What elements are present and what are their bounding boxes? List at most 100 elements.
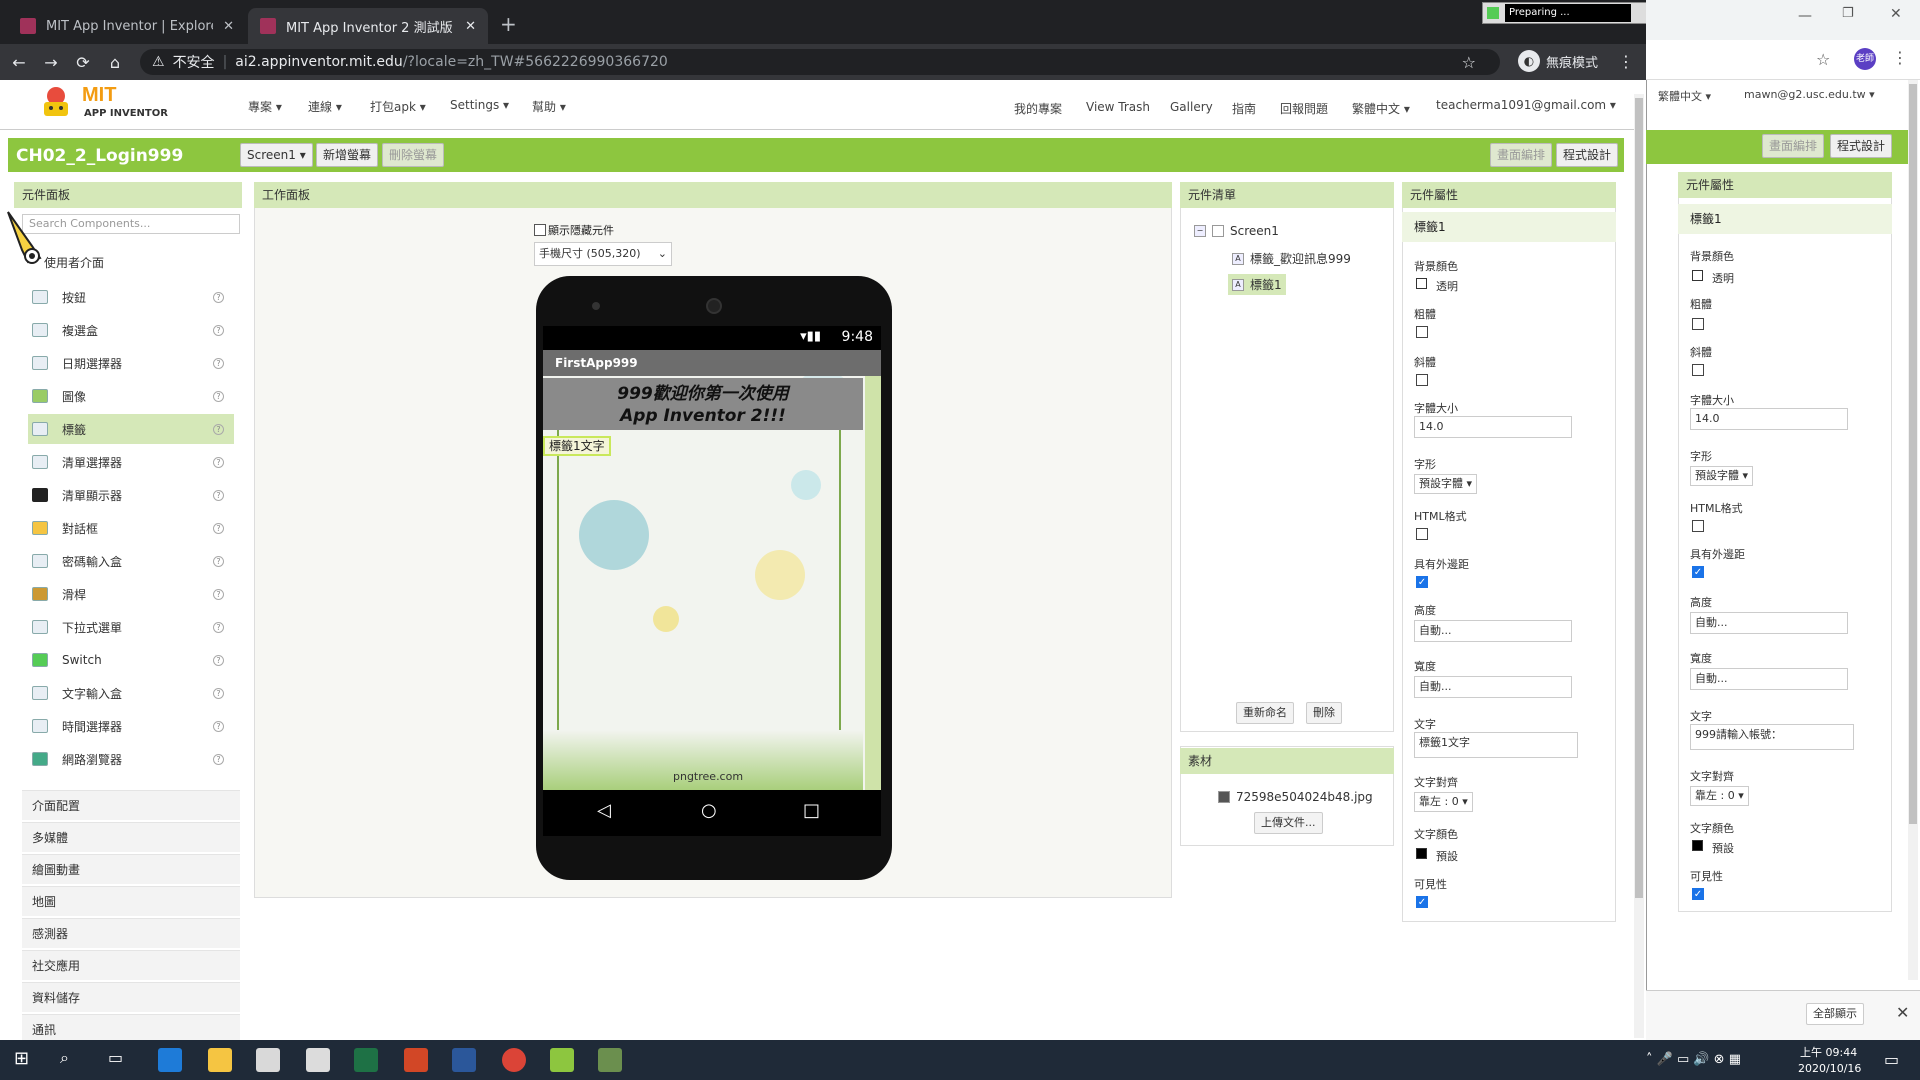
close-icon[interactable]: ✕: [1896, 1003, 1909, 1022]
menu-project[interactable]: 專案 ▾: [248, 98, 282, 115]
bookmark-star-icon[interactable]: ☆: [1816, 50, 1830, 69]
height-input[interactable]: 自動...: [1690, 612, 1848, 634]
menu-account[interactable]: teacherma1091@gmail.com ▾: [1436, 98, 1616, 112]
bold-checkbox[interactable]: [1692, 318, 1704, 330]
text-align-select[interactable]: 靠左 : 0 ▾: [1414, 792, 1473, 812]
page-scrollbar[interactable]: [1634, 94, 1644, 1038]
second-designer-button[interactable]: 畫面編排: [1762, 134, 1825, 158]
component-search-input[interactable]: Search Components...: [22, 214, 240, 234]
search-icon[interactable]: ⌕: [60, 1048, 84, 1072]
category-layout[interactable]: 介面配置: [22, 790, 240, 820]
text-color-value[interactable]: 預設: [1712, 840, 1734, 856]
upload-file-button[interactable]: 上傳文件...: [1254, 812, 1323, 834]
windows-start-icon[interactable]: ⊞: [14, 1048, 38, 1072]
rename-button[interactable]: 重新命名: [1236, 702, 1294, 724]
help-icon[interactable]: ?: [213, 456, 224, 468]
margin-checkbox[interactable]: ✓: [1416, 576, 1428, 588]
show-hidden-checkbox[interactable]: [534, 224, 546, 236]
text-color-value[interactable]: 預設: [1436, 848, 1458, 864]
second-blocks-button[interactable]: 程式設計: [1830, 134, 1893, 158]
scrollbar-thumb[interactable]: [1635, 98, 1643, 898]
bg-color-swatch[interactable]: [1692, 270, 1703, 281]
html-format-checkbox[interactable]: [1416, 528, 1428, 540]
mail-icon[interactable]: [306, 1048, 330, 1072]
home-icon[interactable]: ⌂: [102, 53, 128, 72]
second-lang-menu[interactable]: 繁體中文 ▾: [1658, 88, 1711, 104]
forward-icon[interactable]: →: [38, 53, 64, 72]
link-view-trash[interactable]: View Trash: [1086, 100, 1150, 114]
browser-tab-2[interactable]: MIT App Inventor 2 測試版 ✕: [248, 8, 488, 44]
maximize-icon[interactable]: ❐: [1842, 6, 1854, 21]
font-face-select[interactable]: 預設字體 ▾: [1690, 466, 1754, 486]
delete-button[interactable]: 刪除: [1306, 702, 1342, 724]
help-icon[interactable]: ?: [213, 291, 224, 303]
category-storage[interactable]: 資料儲存: [22, 982, 240, 1012]
font-size-input[interactable]: 14.0: [1414, 416, 1572, 438]
palette-item-image[interactable]: 圖像?: [28, 381, 234, 411]
back-icon[interactable]: ←: [6, 53, 32, 72]
store-icon[interactable]: [256, 1048, 280, 1072]
menu-help[interactable]: 幫助 ▾: [532, 98, 566, 115]
menu-language[interactable]: 繁體中文 ▾: [1352, 100, 1410, 117]
font-face-select[interactable]: 預設字體 ▾: [1414, 474, 1478, 494]
category-social[interactable]: 社交應用: [22, 950, 240, 980]
italic-checkbox[interactable]: [1416, 374, 1428, 386]
welcome-label[interactable]: 999歡迎你第一次使用 App Inventor 2!!!: [543, 378, 863, 430]
powerpoint-icon[interactable]: [404, 1048, 428, 1072]
bg-color-value[interactable]: 透明: [1712, 270, 1734, 286]
tree-root-screen1[interactable]: − Screen1: [1194, 224, 1279, 238]
palette-item-listview[interactable]: 清單顯示器?: [28, 480, 234, 510]
palette-item-timepicker[interactable]: 時間選擇器?: [28, 711, 234, 741]
bg-color-swatch[interactable]: [1416, 278, 1427, 289]
help-icon[interactable]: ?: [213, 687, 224, 699]
bold-checkbox[interactable]: [1416, 326, 1428, 338]
category-connectivity[interactable]: 通訊: [22, 1014, 240, 1040]
help-icon[interactable]: ?: [213, 588, 224, 600]
address-bar[interactable]: ⚠ 不安全 | ai2.appinventor.mit.edu/?locale=…: [140, 49, 1500, 75]
palette-item-switch[interactable]: Switch?: [28, 645, 234, 675]
app-inventor-logo[interactable]: MIT APP INVENTOR: [38, 84, 168, 124]
close-icon[interactable]: ✕: [465, 19, 476, 34]
palette-item-slider[interactable]: 滑桿?: [28, 579, 234, 609]
second-scrollbar[interactable]: [1908, 80, 1918, 980]
palette-item-spinner[interactable]: 下拉式選單?: [28, 612, 234, 642]
help-icon[interactable]: ?: [213, 522, 224, 534]
chrome-icon[interactable]: [502, 1048, 526, 1072]
text-color-swatch[interactable]: [1416, 848, 1427, 859]
help-icon[interactable]: ?: [213, 357, 224, 369]
width-input[interactable]: 自動...: [1414, 676, 1572, 698]
file-explorer-icon[interactable]: [208, 1048, 232, 1072]
browser-tab-1[interactable]: MIT App Inventor | Explore MIT ✕: [8, 8, 246, 44]
font-size-input[interactable]: 14.0: [1690, 408, 1848, 430]
notification-icon[interactable]: ▭: [1884, 1050, 1899, 1069]
link-report-issue[interactable]: 回報問題: [1280, 100, 1328, 117]
blocks-button[interactable]: 程式設計: [1556, 143, 1619, 167]
margin-checkbox[interactable]: ✓: [1692, 566, 1704, 578]
close-icon[interactable]: ✕: [1890, 6, 1902, 22]
help-icon[interactable]: ?: [213, 654, 224, 666]
help-icon[interactable]: ?: [213, 555, 224, 567]
category-media[interactable]: 多媒體: [22, 822, 240, 852]
text-color-swatch[interactable]: [1692, 840, 1703, 851]
android-icon[interactable]: [550, 1048, 574, 1072]
menu-dots-icon[interactable]: ⋮: [1892, 48, 1908, 67]
label1-component[interactable]: 標籤1文字: [543, 436, 611, 456]
link-guide[interactable]: 指南: [1232, 100, 1256, 117]
help-icon[interactable]: ?: [213, 720, 224, 732]
palette-item-webviewer[interactable]: 網路瀏覽器?: [28, 744, 234, 774]
palette-item-label-component[interactable]: 標籤?: [28, 414, 234, 444]
visible-checkbox[interactable]: ✓: [1416, 896, 1428, 908]
word-icon[interactable]: [452, 1048, 476, 1072]
new-tab-icon[interactable]: +: [500, 12, 517, 36]
menu-dots-icon[interactable]: ⋮: [1618, 52, 1634, 71]
scrollbar-thumb[interactable]: [1909, 84, 1917, 824]
help-icon[interactable]: ?: [213, 423, 224, 435]
text-input[interactable]: 999請輸入帳號：: [1690, 724, 1854, 750]
task-view-icon[interactable]: ▭: [108, 1048, 132, 1072]
html-format-checkbox[interactable]: [1692, 520, 1704, 532]
palette-item-checkbox[interactable]: 複選盒?: [28, 315, 234, 345]
menu-settings[interactable]: Settings ▾: [450, 98, 509, 112]
system-tray-icons[interactable]: ˄ 🎤 ▭ 🔊 ⊗ ▦: [1646, 1052, 1741, 1067]
text-input[interactable]: 標籤1文字: [1414, 732, 1578, 758]
screen-size-select[interactable]: 手機尺寸 (505,320) ⌄: [534, 242, 672, 266]
